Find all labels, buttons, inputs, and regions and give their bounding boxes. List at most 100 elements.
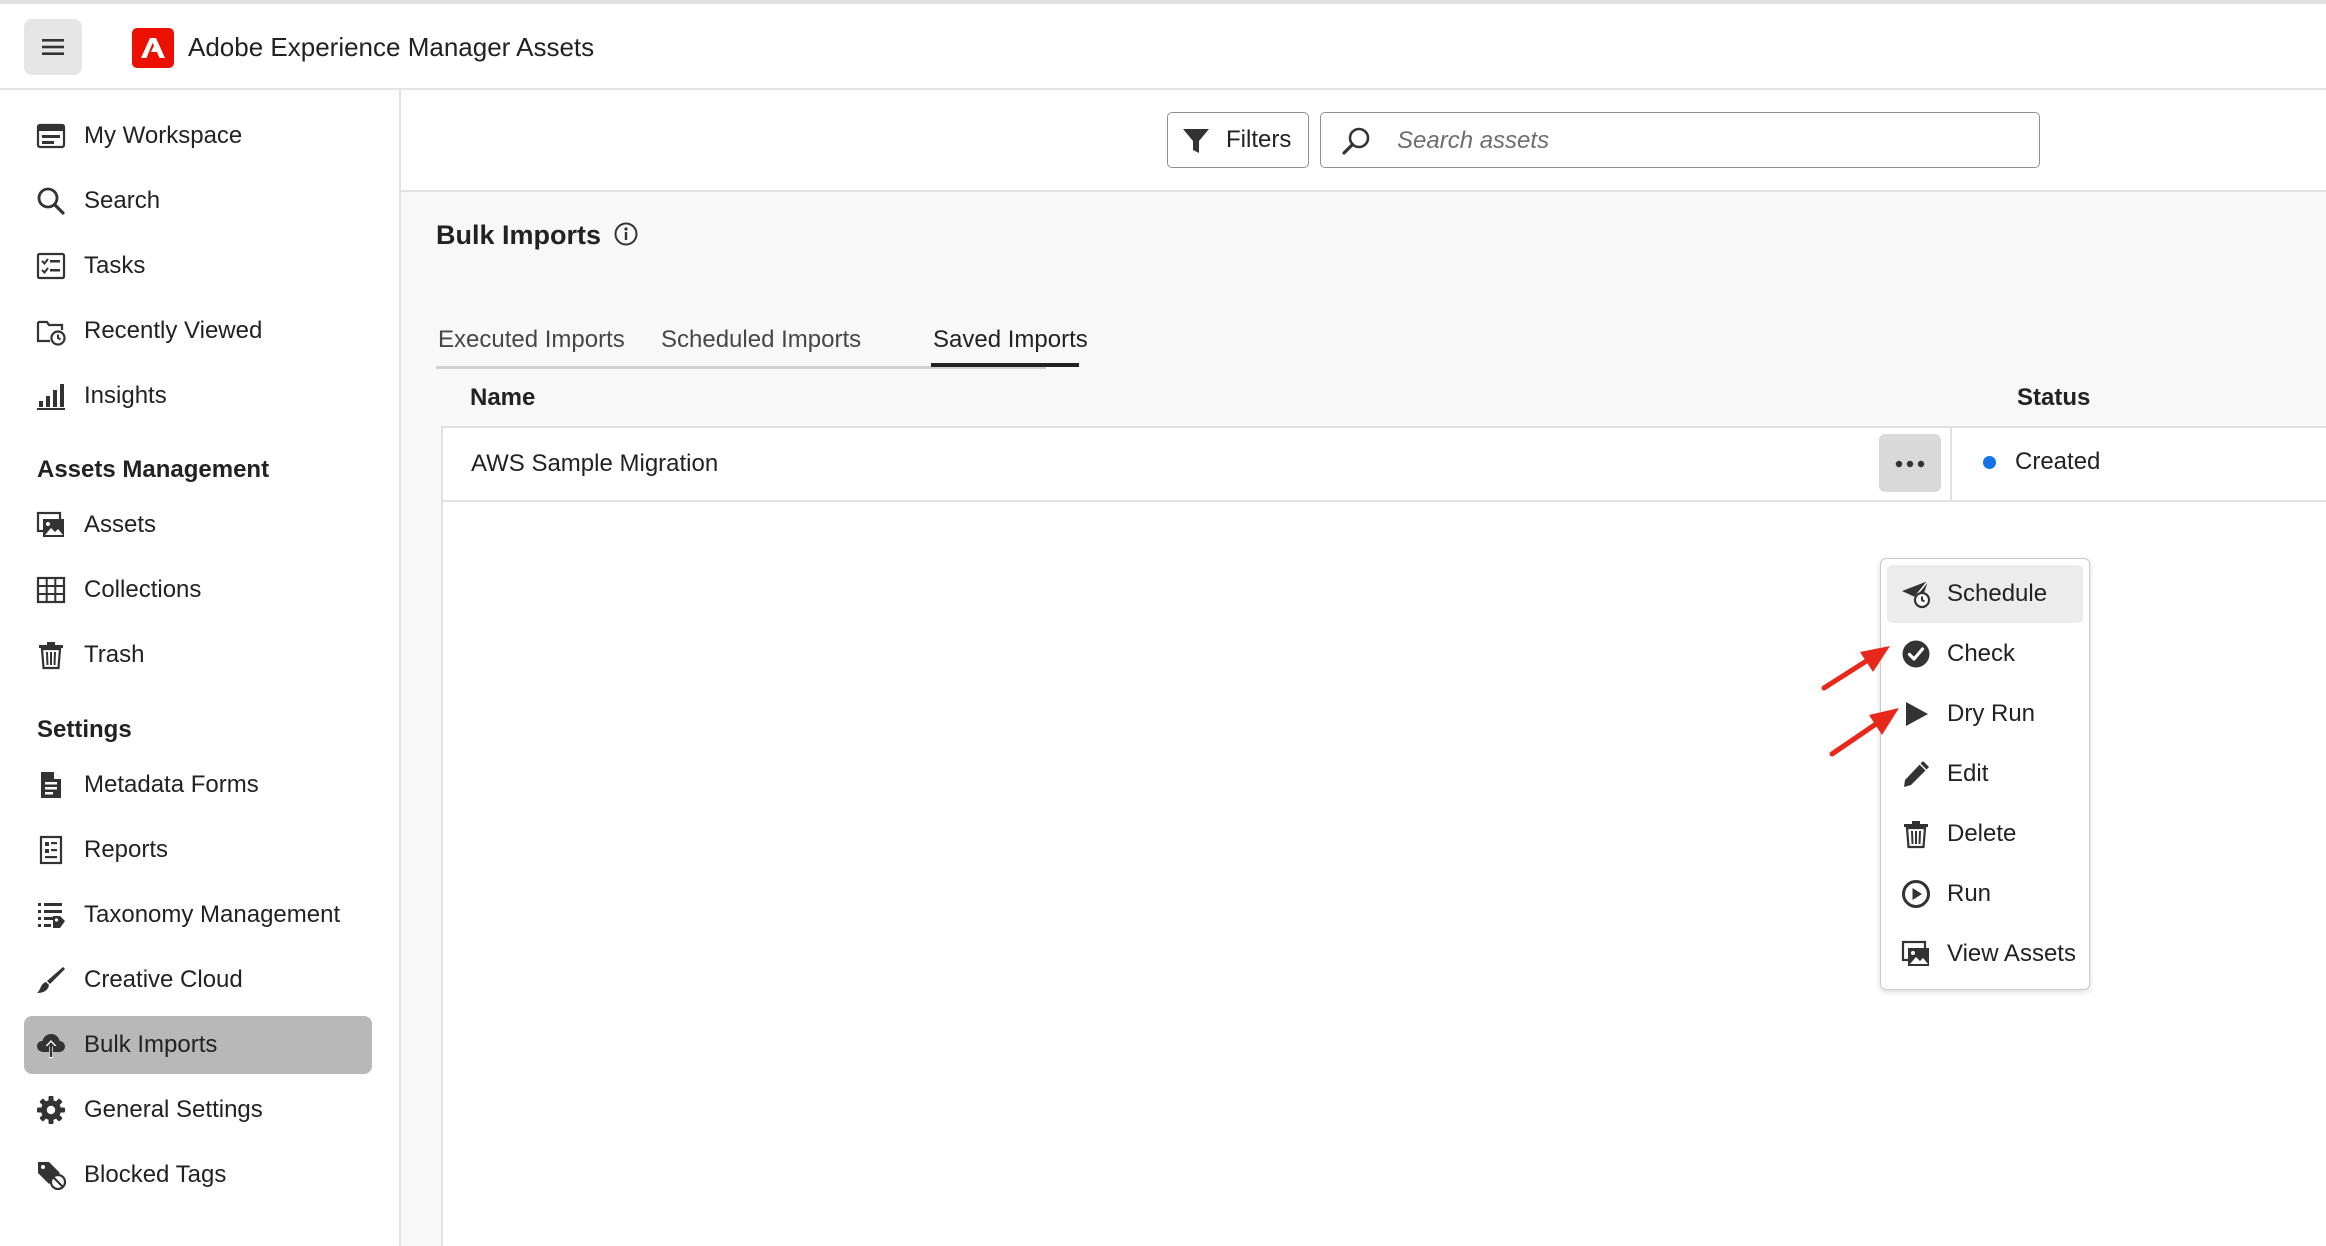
info-icon[interactable] bbox=[613, 221, 639, 247]
taxonomy-icon bbox=[38, 903, 65, 928]
sidebar-item-label: Collections bbox=[84, 576, 202, 603]
sidebar-item-general-settings[interactable]: General Settings bbox=[24, 1081, 372, 1139]
sidebar-item-collections[interactable]: Collections bbox=[24, 561, 372, 619]
menu-toggle-button[interactable] bbox=[24, 19, 82, 75]
sidebar-item-trash[interactable]: Trash bbox=[24, 626, 372, 684]
menu-item-label: View Assets bbox=[1947, 940, 2076, 967]
insights-icon bbox=[37, 384, 65, 410]
sidebar-item-creative-cloud[interactable]: Creative Cloud bbox=[24, 951, 372, 1009]
sidebar-item-label: General Settings bbox=[84, 1096, 263, 1123]
blocked-tag-icon bbox=[38, 1162, 66, 1190]
menu-item-dry-run[interactable]: Dry Run bbox=[1887, 685, 2083, 743]
sidebar-item-recently-viewed[interactable]: Recently Viewed bbox=[24, 302, 372, 360]
workspace-icon bbox=[36, 123, 66, 149]
pencil-icon bbox=[1904, 761, 1929, 787]
tab-saved-imports[interactable]: Saved Imports bbox=[933, 326, 1088, 366]
sidebar-item-reports[interactable]: Reports bbox=[24, 821, 372, 879]
play-circle-icon bbox=[1902, 880, 1930, 908]
menu-item-label: Dry Run bbox=[1947, 700, 2036, 727]
menu-item-view-assets[interactable]: View Assets bbox=[1887, 925, 2083, 983]
gear-icon bbox=[37, 1096, 65, 1124]
more-horizontal-icon bbox=[1895, 460, 1925, 468]
menu-item-schedule[interactable]: Schedule bbox=[1887, 565, 2083, 623]
recently-viewed-icon bbox=[36, 320, 66, 346]
column-header-status[interactable]: Status bbox=[2017, 370, 2090, 426]
brush-icon bbox=[37, 967, 65, 993]
tab-scheduled-imports[interactable]: Scheduled Imports bbox=[661, 326, 861, 366]
trash-icon bbox=[39, 642, 63, 670]
sidebar-item-label: Tasks bbox=[84, 252, 146, 279]
filters-label: Filters bbox=[1226, 126, 1292, 153]
sidebar: My Workspace Search Tasks Recently Viewe… bbox=[0, 90, 401, 1246]
annotation-arrow-check bbox=[1821, 646, 1890, 691]
reports-icon bbox=[39, 835, 63, 865]
sidebar-item-label: Blocked Tags bbox=[84, 1161, 227, 1188]
sidebar-item-label: Metadata Forms bbox=[84, 771, 259, 798]
tab-list: Executed Imports Scheduled Imports Saved… bbox=[436, 326, 1088, 369]
sidebar-item-label: Assets bbox=[84, 511, 157, 538]
menu-item-run[interactable]: Run bbox=[1887, 865, 2083, 923]
app-title: Adobe Experience Manager Assets bbox=[188, 32, 595, 62]
search-icon bbox=[1342, 127, 1370, 155]
app-header: Adobe Experience Manager Assets bbox=[0, 4, 2326, 90]
hamburger-icon bbox=[42, 39, 64, 55]
sidebar-item-label: Trash bbox=[84, 641, 145, 668]
annotation-arrow-dry-run bbox=[1829, 708, 1899, 757]
import-name-cell: AWS Sample Migration bbox=[471, 450, 719, 477]
menu-item-check[interactable]: Check bbox=[1887, 625, 2083, 683]
assets-icon bbox=[36, 511, 64, 537]
menu-item-label: Delete bbox=[1947, 820, 2017, 847]
adobe-logo-icon bbox=[141, 38, 165, 58]
search-field[interactable] bbox=[1320, 112, 2040, 168]
page-title: Bulk Imports bbox=[436, 220, 602, 250]
status-dot bbox=[1983, 456, 1996, 469]
search-input[interactable] bbox=[1395, 119, 2019, 163]
section-title-assets-management: Assets Management bbox=[37, 456, 270, 483]
sidebar-item-metadata-forms[interactable]: Metadata Forms bbox=[24, 756, 372, 814]
sidebar-item-search[interactable]: Search bbox=[24, 172, 372, 230]
sidebar-item-label: Taxonomy Management bbox=[84, 901, 341, 928]
menu-item-label: Run bbox=[1947, 880, 1992, 907]
filters-button[interactable]: Filters bbox=[1167, 112, 1309, 168]
metadata-forms-icon bbox=[41, 772, 61, 798]
sidebar-item-label: Search bbox=[84, 187, 161, 214]
sidebar-item-bulk-imports[interactable]: Bulk Imports bbox=[24, 1016, 372, 1074]
sidebar-item-insights[interactable]: Insights bbox=[24, 367, 372, 425]
menu-item-label: Edit bbox=[1947, 760, 1989, 787]
selected-tab-indicator bbox=[931, 363, 1079, 367]
status-text: Created bbox=[2015, 448, 2101, 475]
collections-icon bbox=[36, 576, 66, 604]
search-icon bbox=[37, 187, 65, 215]
tasks-icon bbox=[36, 252, 66, 280]
adobe-logo bbox=[132, 28, 174, 68]
sidebar-item-label: Reports bbox=[84, 836, 169, 863]
sidebar-item-tasks[interactable]: Tasks bbox=[24, 237, 372, 295]
trash-icon bbox=[1904, 821, 1928, 849]
cloud-upload-icon bbox=[37, 1034, 65, 1058]
menu-item-label: Schedule bbox=[1947, 580, 2048, 607]
tab-executed-imports[interactable]: Executed Imports bbox=[438, 326, 625, 366]
check-circle-icon bbox=[1902, 640, 1930, 668]
table-row[interactable]: AWS Sample Migration Created bbox=[443, 428, 2326, 502]
menu-item-delete[interactable]: Delete bbox=[1887, 805, 2083, 863]
sidebar-item-taxonomy-management[interactable]: Taxonomy Management bbox=[24, 886, 372, 944]
schedule-icon bbox=[1902, 580, 1931, 609]
view-assets-icon bbox=[1901, 940, 1929, 966]
sidebar-item-blocked-tags[interactable]: Blocked Tags bbox=[24, 1146, 372, 1204]
filter-icon bbox=[1183, 129, 1209, 153]
sidebar-item-assets[interactable]: Assets bbox=[24, 496, 372, 554]
sidebar-item-label: Bulk Imports bbox=[84, 1031, 218, 1058]
column-header-name[interactable]: Name bbox=[470, 370, 535, 426]
sidebar-item-label: Insights bbox=[84, 382, 167, 409]
toolbar: Filters bbox=[401, 90, 2326, 192]
menu-item-edit[interactable]: Edit bbox=[1887, 745, 2083, 803]
sidebar-item-my-workspace[interactable]: My Workspace bbox=[24, 107, 372, 165]
column-divider bbox=[1950, 428, 1952, 500]
sidebar-item-label: My Workspace bbox=[84, 122, 243, 149]
sidebar-item-label: Creative Cloud bbox=[84, 966, 243, 993]
more-actions-button[interactable] bbox=[1879, 434, 1941, 492]
menu-item-label: Check bbox=[1947, 640, 2016, 667]
section-title-settings: Settings bbox=[37, 716, 132, 743]
actions-menu: Schedule Check Dry Run Edit Delete Run V… bbox=[1880, 558, 2090, 990]
sidebar-item-label: Recently Viewed bbox=[84, 317, 263, 344]
